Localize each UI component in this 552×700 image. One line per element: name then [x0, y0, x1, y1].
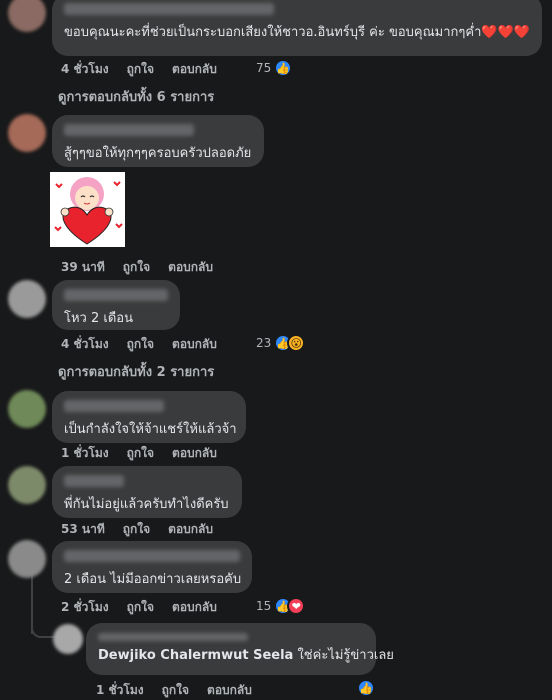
comment-time[interactable]: 4 ชั่วโมง	[61, 335, 109, 354]
like-button[interactable]: ถูกใจ	[127, 335, 154, 354]
avatar[interactable]	[8, 280, 46, 318]
thread-elbow	[31, 618, 55, 638]
view-replies-link[interactable]: ดูการตอบกลับทั้ง 2 รายการ	[58, 361, 214, 382]
view-replies-link[interactable]: ดูการตอบกลับทั้ง 6 รายการ	[58, 86, 214, 107]
avatar[interactable]	[8, 114, 46, 152]
avatar[interactable]	[8, 540, 46, 578]
reply-button[interactable]: ตอบกลับ	[168, 258, 213, 277]
like-button[interactable]: ถูกใจ	[162, 681, 189, 700]
comment-actions: 4 ชั่วโมง ถูกใจ ตอบกลับ	[61, 335, 235, 354]
comment-actions: 4 ชั่วโมง ถูกใจ ตอบกลับ	[61, 60, 235, 79]
comment-time[interactable]: 2 ชั่วโมง	[61, 598, 109, 617]
reply-button[interactable]: ตอบกลับ	[172, 60, 217, 79]
author-name-blurred[interactable]	[64, 289, 168, 301]
comment-actions: 39 นาที ถูกใจ ตอบกลับ	[61, 258, 231, 277]
comment-actions: 2 ชั่วโมง ถูกใจ ตอบกลับ	[61, 598, 235, 617]
reaction-count: 75	[256, 61, 272, 75]
reply-author-name[interactable]: Dewjiko Chalermwut Seela	[98, 648, 293, 663]
reply-time[interactable]: 1 ชั่วโมง	[96, 681, 144, 700]
comment-text: ขอบคุณนะคะที่ช่วยเป็นกระบอกเสียงให้ชาวอ.…	[64, 25, 530, 40]
comment-time[interactable]: 53 นาที	[61, 520, 105, 539]
comment-bubble: โหว 2 เดือน	[52, 280, 180, 330]
avatar[interactable]	[8, 390, 46, 428]
like-button[interactable]: ถูกใจ	[123, 520, 150, 539]
comment-text: สู้ๆๆขอให้ทุกๆๆครอบครัวปลอดภัย	[64, 146, 252, 161]
heart-sticker-image	[50, 172, 125, 247]
like-reaction-icon: 👍	[274, 59, 293, 77]
author-name-blurred[interactable]	[64, 3, 274, 15]
like-reaction-icon: 👍	[357, 679, 375, 697]
like-button[interactable]: ถูกใจ	[127, 598, 154, 617]
comment-text: เป็นกำลังใจให้จ้าแชร์ให้แล้วจ้า	[64, 422, 237, 437]
comment-actions: 1 ชั่วโมง ถูกใจ ตอบกลับ	[61, 444, 235, 463]
comment-text: 2 เดือน ไม่มีออกข่าวเลยหรอคับ	[64, 572, 242, 587]
like-button[interactable]: ถูกใจ	[123, 258, 150, 277]
reply-text: ใช่ค่ะไม่รู้ข่าวเลย	[297, 648, 394, 663]
comment-bubble: ขอบคุณนะคะที่ช่วยเป็นกระบอกเสียงให้ชาวอ.…	[52, 0, 542, 56]
reply-button[interactable]: ตอบกลับ	[172, 444, 217, 463]
reaction-summary[interactable]: 15 👍 ❤	[256, 597, 306, 615]
reply-button[interactable]: ตอบกลับ	[207, 681, 252, 700]
reply-bubble: Dewjiko Chalermwut Seela ใช่ค่ะไม่รู้ข่า…	[86, 623, 394, 675]
comment-bubble: เป็นกำลังใจให้จ้าแชร์ให้แล้วจ้า	[52, 391, 246, 443]
comment-actions: 53 นาที ถูกใจ ตอบกลับ	[61, 520, 231, 539]
comment-text: โหว 2 เดือน	[64, 311, 133, 326]
reply-text-line: Dewjiko Chalermwut Seela ใช่ค่ะไม่รู้ข่า…	[98, 647, 394, 664]
care-reaction-icon: ❤	[287, 597, 306, 615]
reaction-summary[interactable]: 23 👍 😮	[256, 334, 306, 352]
wow-reaction-icon: 😮	[287, 334, 306, 352]
reply-author-name-blurred[interactable]	[98, 633, 248, 641]
comment-text: พี่กันไม่อยู่แล้วครับทำไงดีครับ	[64, 497, 229, 512]
comment-bubble: สู้ๆๆขอให้ทุกๆๆครอบครัวปลอดภัย	[52, 115, 264, 167]
reply-actions: 1 ชั่วโมง ถูกใจ ตอบกลับ	[96, 681, 270, 700]
comment-time[interactable]: 39 นาที	[61, 258, 105, 277]
reply-button[interactable]: ตอบกลับ	[168, 520, 213, 539]
reply-button[interactable]: ตอบกลับ	[172, 335, 217, 354]
comment-bubble: 2 เดือน ไม่มีออกข่าวเลยหรอคับ	[52, 541, 252, 593]
comment-time[interactable]: 4 ชั่วโมง	[61, 60, 109, 79]
reaction-count: 23	[256, 336, 272, 350]
reaction-count: 15	[256, 599, 272, 613]
like-button[interactable]: ถูกใจ	[127, 444, 154, 463]
avatar[interactable]	[8, 0, 46, 32]
reaction-summary[interactable]: 👍	[357, 679, 375, 697]
author-name-blurred[interactable]	[64, 400, 164, 412]
avatar[interactable]	[8, 466, 46, 504]
author-name-blurred[interactable]	[64, 550, 240, 562]
author-name-blurred[interactable]	[64, 124, 194, 136]
like-button[interactable]: ถูกใจ	[127, 60, 154, 79]
author-name-blurred[interactable]	[64, 475, 124, 487]
comment-time[interactable]: 1 ชั่วโมง	[61, 444, 109, 463]
reply-button[interactable]: ตอบกลับ	[172, 598, 217, 617]
comment-bubble: พี่กันไม่อยู่แล้วครับทำไงดีครับ	[52, 466, 242, 518]
reaction-summary[interactable]: 75 👍	[256, 59, 293, 77]
avatar[interactable]	[53, 624, 83, 654]
